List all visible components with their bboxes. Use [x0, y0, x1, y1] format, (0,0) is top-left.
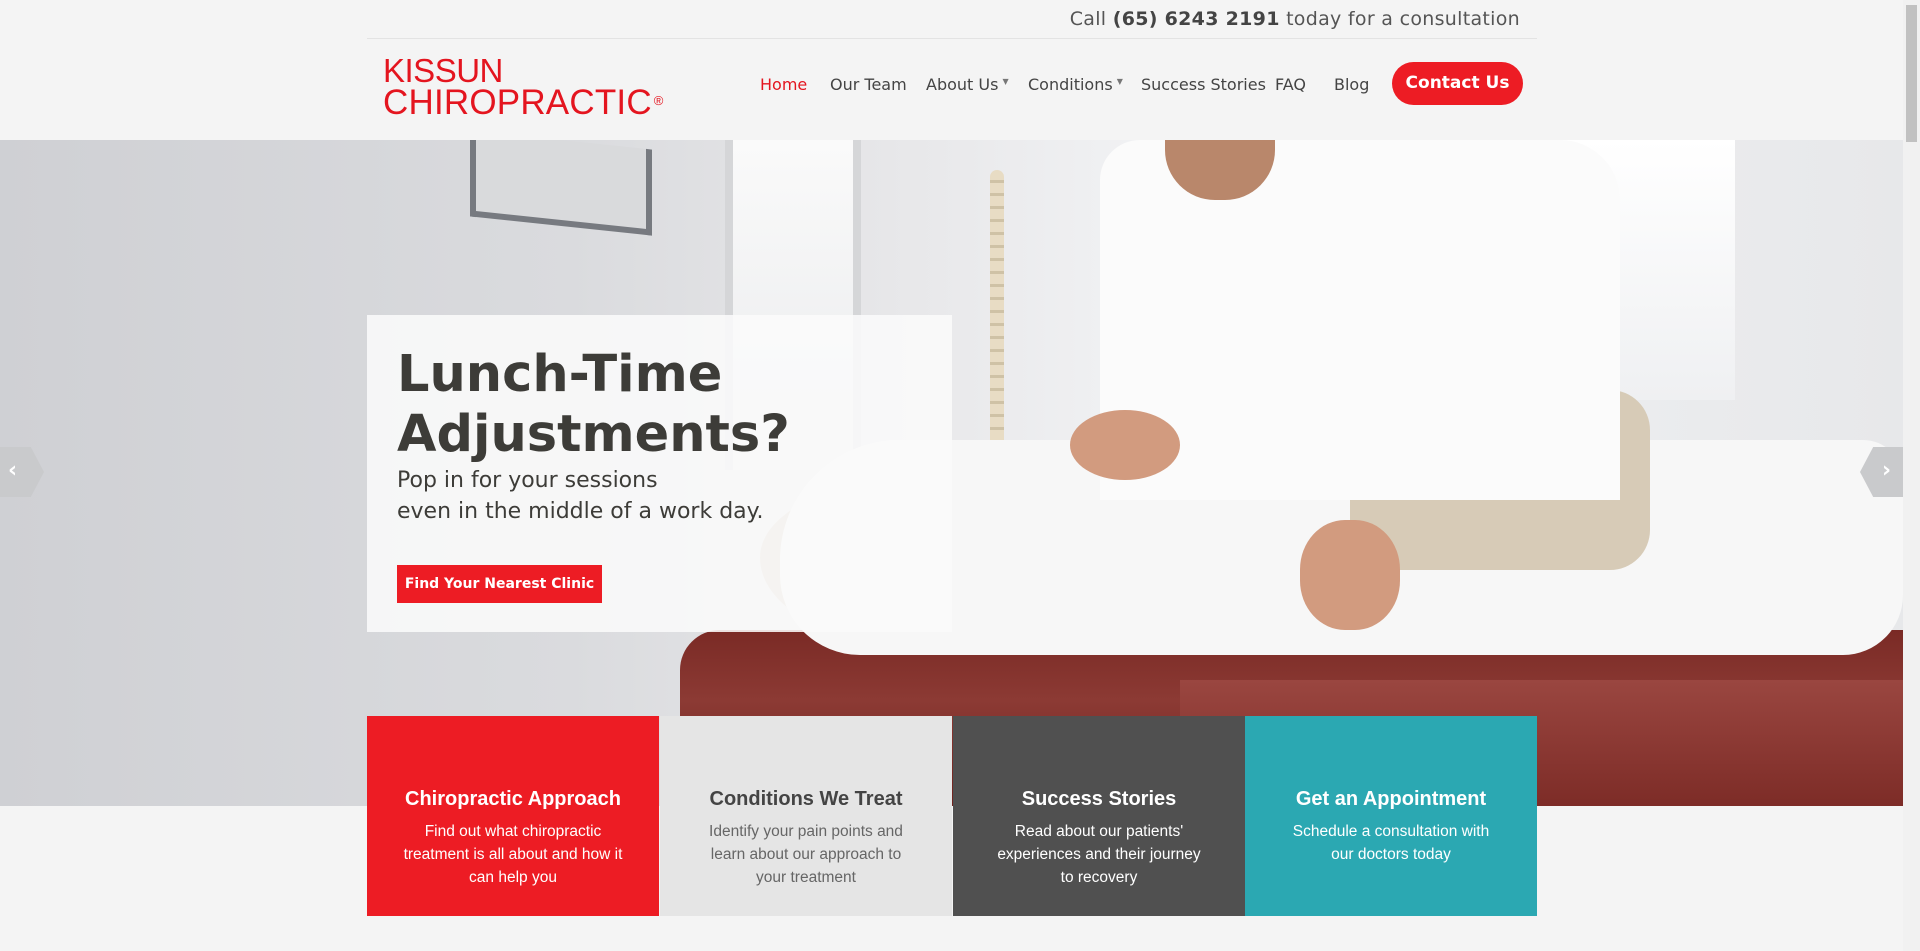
tile-title: Get an Appointment [1295, 788, 1487, 810]
hero-title-line2: Adjustments? [397, 405, 790, 464]
chevron-left-icon: ‹ [8, 458, 18, 483]
tile-title: Success Stories [1021, 788, 1177, 810]
hero-subtitle: Pop in for your sessions even in the mid… [397, 465, 764, 527]
doctor-hand-image [1300, 520, 1400, 630]
tile-title: Conditions We Treat [709, 788, 903, 810]
nav-item-our-team[interactable]: Our Team [830, 75, 907, 94]
nav-item-about-us-label: About Us [926, 75, 999, 94]
call-banner: Call (65) 6243 2191 today for a consulta… [1070, 8, 1520, 30]
contact-us-button[interactable]: Contact Us [1392, 62, 1523, 105]
hero-caption-card: Lunch-Time Adjustments? Pop in for your … [367, 315, 952, 632]
hero-title-line1: Lunch-Time [397, 345, 723, 404]
site-logo[interactable]: KISSUN CHIROPRACTIC ® [383, 54, 664, 120]
site-header: Call (65) 6243 2191 today for a consulta… [0, 0, 1903, 140]
find-clinic-button[interactable]: Find Your Nearest Clinic [397, 565, 602, 603]
nav-item-about-us[interactable]: About Us ▼ [926, 75, 1009, 94]
nav-item-success-stories[interactable]: Success Stories [1141, 75, 1266, 94]
feature-tiles: Chiropractic Approach Find out what chir… [367, 716, 1537, 916]
logo-line2-text: CHIROPRACTIC [383, 83, 652, 122]
page-scrollbar[interactable] [1903, 0, 1920, 951]
tile-success-stories[interactable]: Success Stories Read about our patients'… [953, 716, 1245, 916]
tile-text: Identify your pain points and learn abou… [709, 823, 903, 886]
wall-frame-image [470, 140, 652, 236]
call-prefix: Call [1069, 8, 1107, 30]
hero-title: Lunch-Time Adjustments? [397, 345, 790, 465]
logo-line2: CHIROPRACTIC ® [383, 85, 664, 120]
scrollbar-thumb[interactable] [1906, 5, 1917, 142]
nav-item-conditions[interactable]: Conditions ▼ [1028, 75, 1123, 94]
nav-item-faq[interactable]: FAQ [1275, 75, 1306, 94]
nav-item-home[interactable]: Home [760, 75, 807, 94]
phone-number[interactable]: (65) 6243 2191 [1113, 8, 1280, 30]
tile-text: Schedule a consultation with our doctors… [1292, 823, 1490, 863]
chevron-down-icon: ▼ [1002, 77, 1009, 86]
doctor-hand-image [1070, 410, 1180, 480]
tile-text: Read about our patients' experiences and… [997, 823, 1201, 886]
tile-chiropractic-approach[interactable]: Chiropractic Approach Find out what chir… [367, 716, 659, 916]
chevron-down-icon: ▼ [1116, 77, 1123, 86]
chevron-right-icon: › [1882, 458, 1892, 483]
tile-get-appointment[interactable]: Get an Appointment Schedule a consultati… [1245, 716, 1537, 916]
nav-item-conditions-label: Conditions [1028, 75, 1113, 94]
nav-item-blog[interactable]: Blog [1334, 75, 1369, 94]
hero-subtitle-line1: Pop in for your sessions [397, 468, 658, 493]
tile-conditions-we-treat[interactable]: Conditions We Treat Identify your pain p… [660, 716, 952, 916]
tile-title: Chiropractic Approach [405, 788, 621, 810]
hero-subtitle-line2: even in the middle of a work day. [397, 499, 764, 524]
call-suffix: today for a consultation [1286, 8, 1520, 30]
registered-mark: ® [653, 93, 664, 108]
tile-text: Find out what chiropractic treatment is … [403, 823, 623, 886]
